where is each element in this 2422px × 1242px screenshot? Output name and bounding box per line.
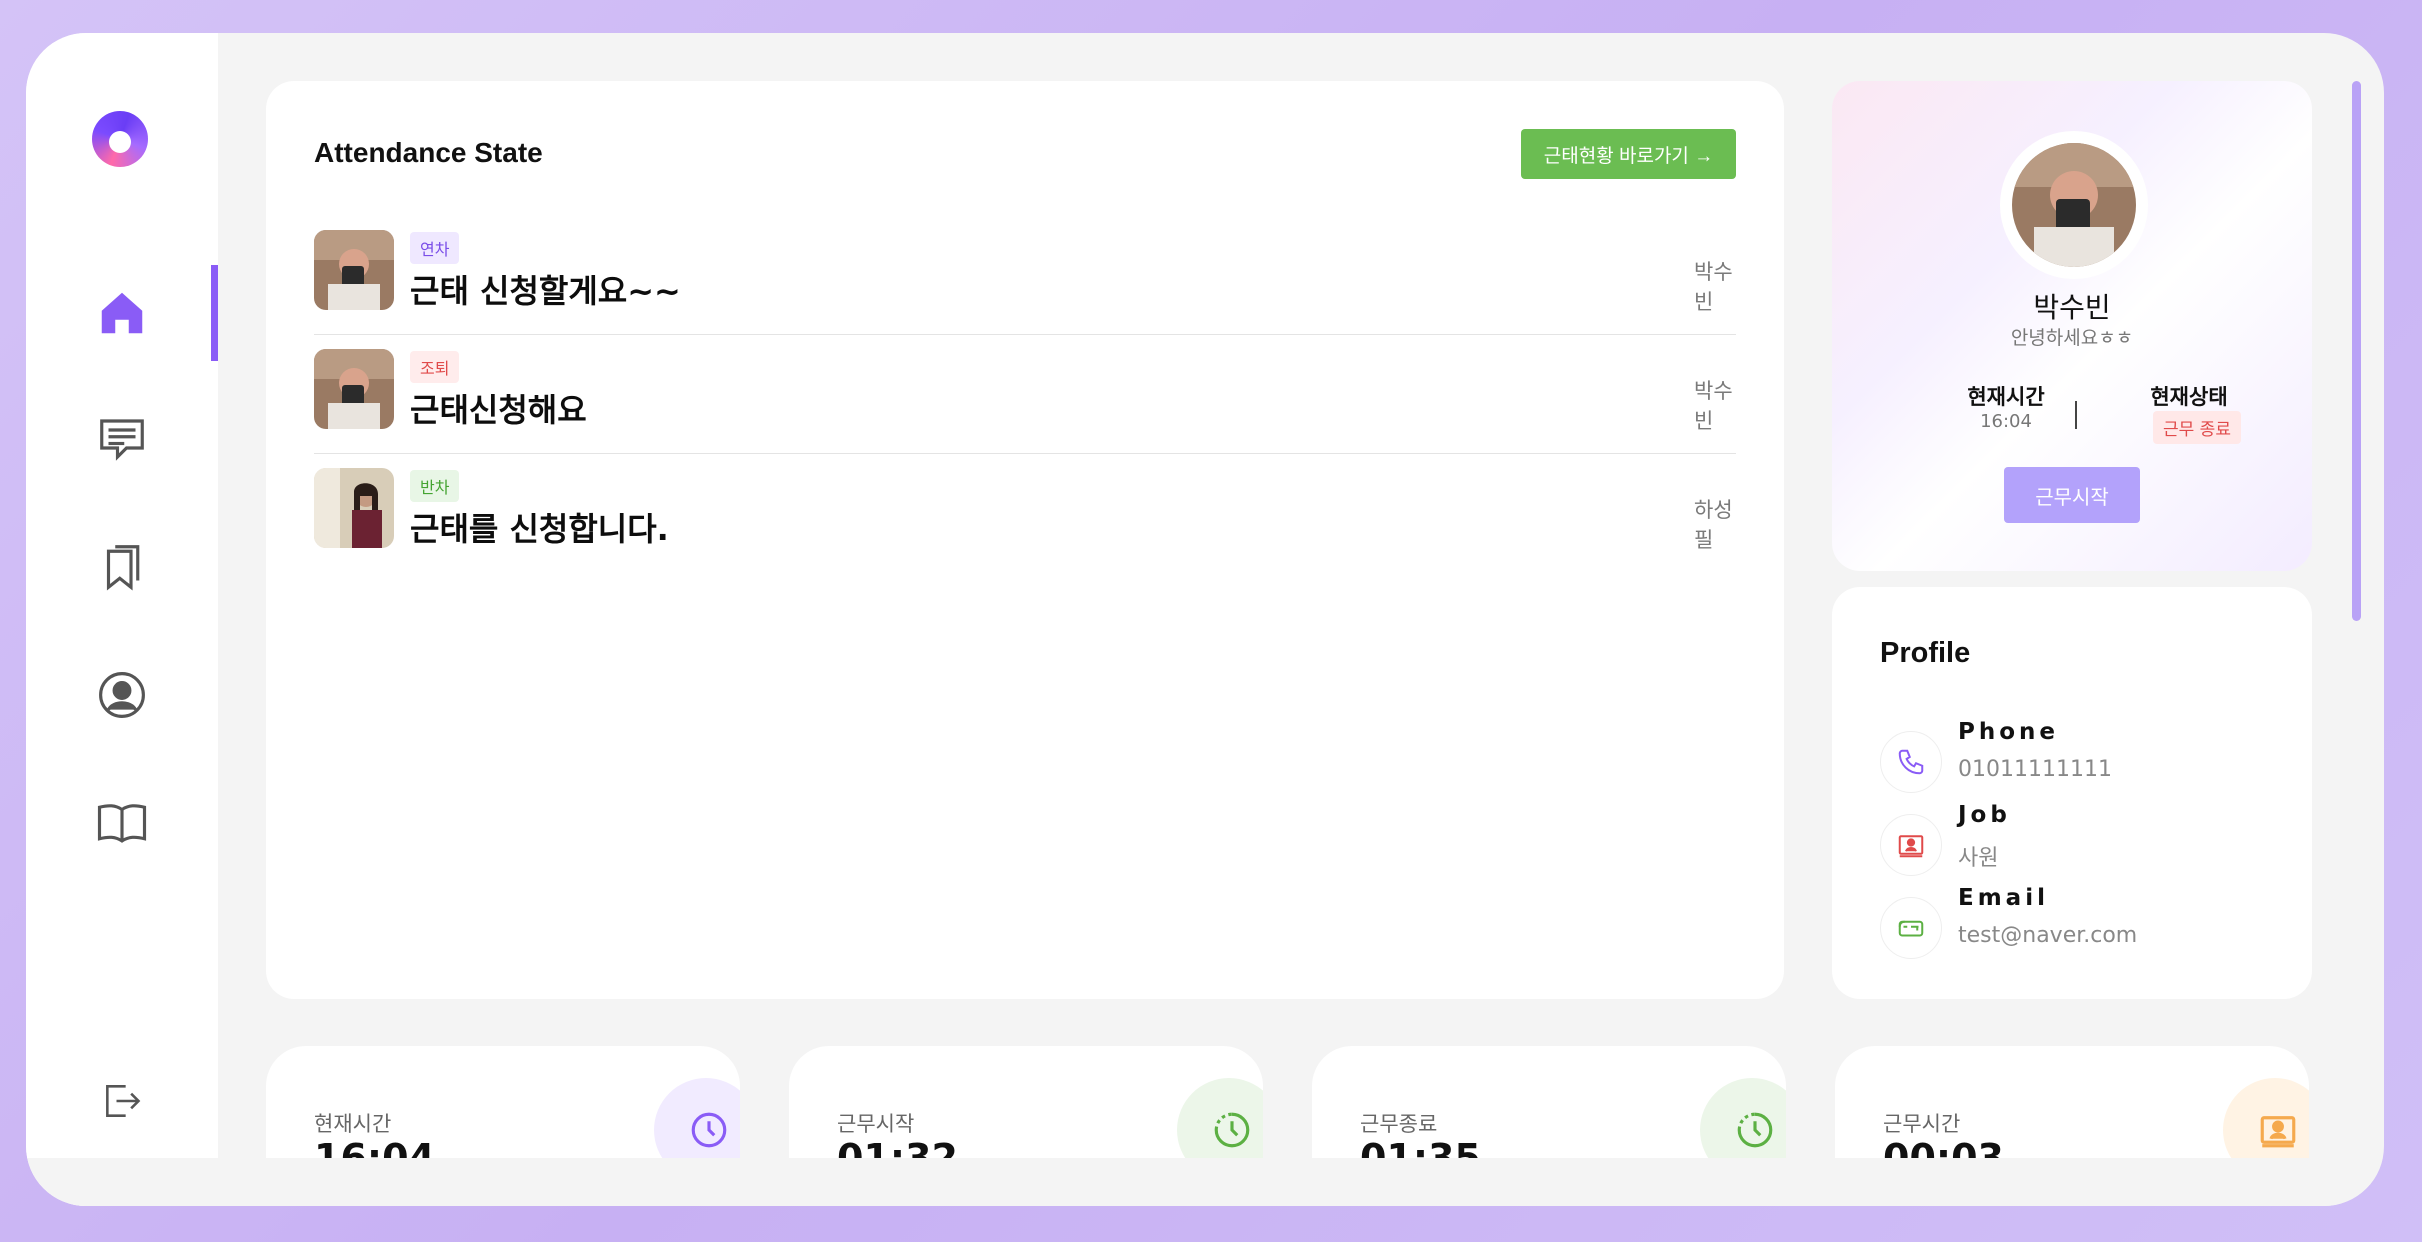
attendance-request-text: 근태 신청할게요~~: [410, 272, 681, 310]
sidebar-item-bookmark[interactable]: [26, 519, 218, 615]
profile-name: 박수빈: [2033, 291, 2111, 324]
requester-name: 박수빈: [1694, 379, 1733, 433]
profile-info-card: Profile Phone 01011111111 Job 사원 Email t…: [1832, 587, 2312, 999]
current-time-label: 현재시간: [1967, 385, 2045, 409]
app-window: Attendance State 근태현황 바로가기 → 연차 근태 신청할게요…: [26, 33, 2384, 1206]
attendance-row[interactable]: 반차 근태를 신청합니다. 하성필: [314, 454, 1736, 573]
email-label: Email: [1958, 885, 2049, 911]
status-badge: 근무 종료: [2153, 411, 2241, 444]
stat-label: 근무종료: [1360, 1112, 1438, 1136]
profile-section-title: Profile: [1880, 637, 1971, 669]
logout-button[interactable]: [26, 1053, 218, 1149]
attendance-row[interactable]: 연차 근태 신청할게요~~ 박수빈: [314, 216, 1736, 335]
profile-summary-card: 박수빈 안녕하세요ㅎㅎ 현재시간 16:04 현재상태 근무 종료 근무시작: [1832, 81, 2312, 571]
attendance-status-link-button[interactable]: 근태현황 바로가기 →: [1521, 129, 1736, 179]
sidebar: [26, 33, 218, 1206]
job-label: Job: [1958, 802, 2011, 828]
sidebar-item-user[interactable]: [26, 647, 218, 743]
user-avatar: [314, 468, 394, 548]
bookmark-icon: [106, 545, 140, 591]
sidebar-item-book[interactable]: [26, 775, 218, 871]
viewport-edge: [26, 1158, 2384, 1206]
sidebar-item-chat[interactable]: [26, 391, 218, 487]
user-icon: [99, 672, 145, 718]
attendance-list: 연차 근태 신청할게요~~ 박수빈 조퇴 근태신청해요 박수빈 반차 근태를 신…: [314, 216, 1736, 573]
logout-icon: [106, 1085, 141, 1117]
phone-icon: [1880, 731, 1942, 793]
phone-label: Phone: [1958, 719, 2060, 745]
current-status-label: 현재상태: [2150, 385, 2228, 409]
profile-avatar-ring: [2000, 131, 2148, 279]
profile-avatar: [2012, 143, 2136, 267]
stat-label: 근무시간: [1883, 1112, 1961, 1136]
leave-type-badge: 반차: [410, 470, 460, 502]
attendance-title: Attendance State: [314, 137, 543, 168]
start-work-button[interactable]: 근무시작: [2004, 467, 2140, 523]
user-avatar: [314, 349, 394, 429]
requester-name: 하성필: [1694, 498, 1733, 552]
sidebar-item-home[interactable]: [26, 265, 218, 361]
stat-label: 현재시간: [314, 1112, 392, 1136]
attendance-card: Attendance State 근태현황 바로가기 → 연차 근태 신청할게요…: [266, 81, 1784, 999]
scrollbar[interactable]: [2352, 81, 2361, 621]
stat-divider: [2075, 401, 2077, 429]
leave-type-badge: 연차: [410, 232, 460, 264]
phone-row: Phone 01011111111: [1880, 719, 2300, 799]
job-value: 사원: [1958, 846, 1999, 871]
profile-greeting: 안녕하세요ㅎㅎ: [2010, 327, 2134, 349]
phone-value: 01011111111: [1958, 757, 2112, 782]
email-value: test@naver.com: [1958, 923, 2138, 948]
chat-icon: [100, 419, 144, 461]
current-time-value: 16:04: [1980, 411, 2032, 432]
stat-label: 근무시작: [837, 1112, 915, 1136]
active-indicator: [211, 265, 218, 361]
email-row: Email test@naver.com: [1880, 885, 2300, 965]
attendance-request-text: 근태를 신청합니다.: [410, 510, 669, 548]
badge-icon: [1880, 814, 1942, 876]
user-avatar: [314, 230, 394, 310]
leave-type-badge: 조퇴: [410, 351, 460, 383]
app-logo[interactable]: [92, 111, 148, 167]
book-icon: [97, 804, 147, 843]
job-row: Job 사원: [1880, 802, 2300, 882]
attendance-request-text: 근태신청해요: [410, 391, 587, 429]
mailbox-icon: [1880, 897, 1942, 959]
home-icon: [101, 292, 143, 334]
attendance-row[interactable]: 조퇴 근태신청해요 박수빈: [314, 335, 1736, 454]
requester-name: 박수빈: [1694, 260, 1733, 314]
